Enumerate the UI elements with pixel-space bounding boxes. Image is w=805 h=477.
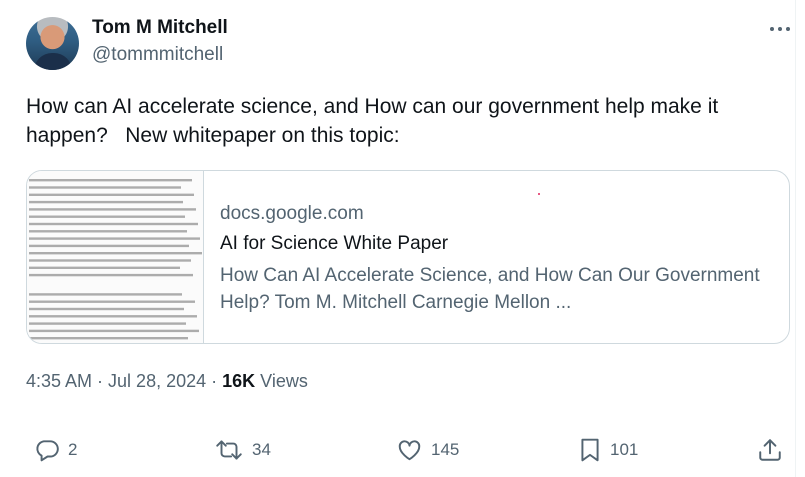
link-card[interactable]: docs.google.com AI for Science White Pap…	[26, 170, 790, 344]
more-icon	[769, 26, 791, 32]
meta-separator: ·	[92, 371, 109, 391]
repost-count: 34	[252, 440, 271, 459]
bookmark-icon	[578, 437, 602, 463]
views-label: Views	[255, 371, 308, 391]
action-bar: 2 34 145 101	[0, 432, 805, 468]
tweet-meta: 4:35 AM · Jul 28, 2024 · 16K Views	[26, 371, 308, 392]
author-handle[interactable]: @tommmitchell	[92, 44, 223, 66]
views-count: 16K	[222, 371, 256, 391]
tweet-date[interactable]: Jul 28, 2024	[108, 371, 206, 391]
card-thumbnail	[27, 171, 204, 343]
tweet-text: How can AI accelerate science, and How c…	[26, 95, 725, 147]
reply-button[interactable]: 2	[34, 432, 77, 468]
repost-icon	[214, 437, 244, 463]
repost-button[interactable]: 34	[214, 432, 271, 468]
column-divider	[795, 0, 796, 477]
share-button[interactable]	[757, 432, 783, 468]
meta-separator: ·	[206, 371, 223, 391]
tweet-time[interactable]: 4:35 AM	[26, 371, 92, 391]
like-button[interactable]: 145	[396, 432, 459, 468]
tweet-detail: Tom M Mitchell @tommmitchell How can AI …	[0, 0, 805, 477]
card-domain: docs.google.com	[220, 203, 364, 224]
author-display-name[interactable]: Tom M Mitchell	[92, 17, 228, 39]
share-icon	[757, 437, 783, 463]
reply-icon	[34, 437, 60, 463]
bookmark-button[interactable]: 101	[578, 432, 638, 468]
bookmark-count: 101	[610, 440, 639, 459]
more-options-button[interactable]	[767, 18, 793, 40]
card-title: AI for Science White Paper	[220, 233, 449, 254]
card-marker-dot	[538, 193, 540, 195]
reply-count: 2	[68, 440, 78, 459]
like-count: 145	[431, 440, 460, 459]
like-icon	[396, 437, 423, 463]
avatar[interactable]	[26, 17, 79, 70]
card-description: How Can AI Accelerate Science, and How C…	[220, 265, 760, 313]
